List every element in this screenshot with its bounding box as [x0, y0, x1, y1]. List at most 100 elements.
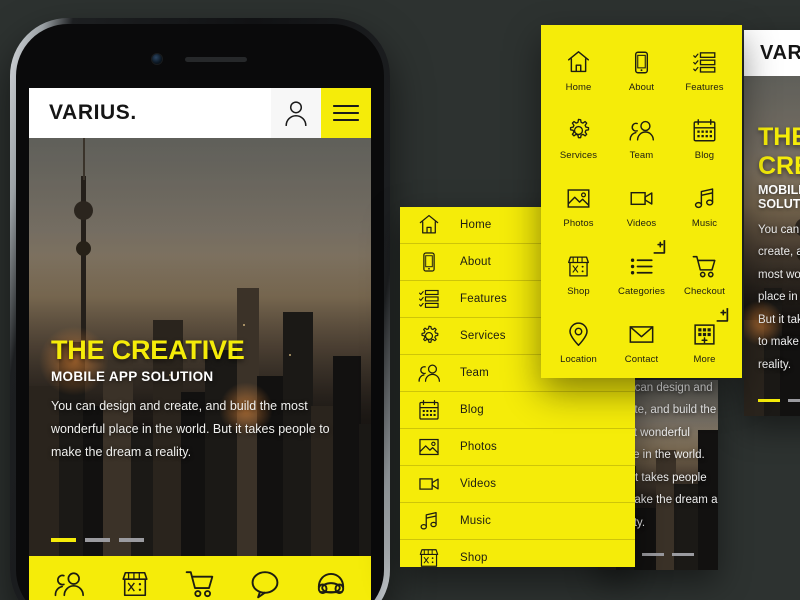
list-item-photos[interactable]: Photos: [400, 429, 635, 466]
music-icon: [418, 510, 450, 532]
grid-item-label: Contact: [624, 354, 659, 365]
icon-grid-menu[interactable]: Home About Features Services Team Blog P…: [541, 25, 742, 378]
shot-right-subtitle: MOBILE APP SOLUTION: [758, 183, 800, 212]
gear-icon: [418, 325, 450, 347]
team-icon: [629, 113, 654, 143]
grid-item-photos[interactable]: Photos: [547, 175, 610, 229]
list-item-label: About: [460, 256, 492, 268]
list-item-music[interactable]: Music: [400, 503, 635, 540]
tab-chat[interactable]: [247, 569, 283, 599]
team-icon: [54, 572, 84, 597]
team-icon: [418, 362, 450, 384]
shop-icon: [122, 571, 148, 597]
checklist-icon: [692, 45, 717, 75]
grid-item-home[interactable]: Home: [547, 39, 610, 93]
phone-icon: [318, 572, 345, 594]
grid-item-videos[interactable]: Videos: [610, 175, 673, 229]
grid-item-label: Home: [565, 82, 592, 93]
user-account-button[interactable]: [271, 88, 321, 138]
shop-icon: [418, 547, 450, 567]
cart-icon: [692, 249, 717, 279]
hamburger-menu-icon: [333, 104, 359, 122]
grid-item-blog[interactable]: Blog: [673, 107, 736, 161]
shop-icon: [566, 249, 591, 279]
grid-item-checkout[interactable]: Checkout: [673, 243, 736, 297]
phone-device: VARIUS. THE CREATIVE MOBILE APP SOLUTION…: [10, 18, 390, 600]
list-item-label: Music: [460, 515, 492, 527]
list-item-blog[interactable]: Blog: [400, 392, 635, 429]
list-item-label: Videos: [460, 478, 497, 490]
gear-icon: [566, 113, 591, 143]
hero-slide-indicator[interactable]: [85, 538, 110, 542]
grid-item-label: Shop: [567, 286, 590, 297]
mobile-icon: [629, 45, 654, 75]
hero-slide[interactable]: THE CREATIVE MOBILE APP SOLUTION You can…: [29, 138, 371, 556]
tab-cart[interactable]: [182, 569, 218, 599]
shot-right-slide-dashes[interactable]: [758, 399, 800, 402]
grid-item-music[interactable]: Music: [673, 175, 736, 229]
shot-right-brand: VARIUS.: [744, 30, 800, 76]
grid-item-more[interactable]: More: [673, 307, 736, 365]
cart-icon: [185, 571, 214, 598]
hero-subtitle: MOBILE APP SOLUTION: [51, 368, 214, 384]
list-item-shop[interactable]: Shop: [400, 540, 635, 567]
hero-title: THE CREATIVE: [51, 334, 245, 365]
list-item-label: Blog: [460, 404, 484, 416]
shot-right-hero: THE CREATIVE MOBILE APP SOLUTION You can…: [744, 76, 800, 416]
app-header: VARIUS.: [29, 88, 371, 138]
list-item-label: Team: [460, 367, 489, 379]
grid-item-contact[interactable]: Contact: [610, 311, 673, 365]
grid-item-label: Services: [559, 150, 598, 161]
shot-right-title: THE CREATIVE: [758, 123, 800, 181]
plus-badge-icon: [652, 239, 666, 254]
tab-shop[interactable]: [117, 569, 153, 599]
front-camera-icon: [152, 54, 162, 64]
home-icon: [566, 45, 591, 75]
hero-body-text: You can design and create, and build the…: [51, 398, 330, 459]
list-item-label: Shop: [460, 552, 488, 564]
hero-slide-indicator[interactable]: [119, 538, 144, 542]
earpiece-speaker: [185, 57, 247, 62]
calendar-icon: [692, 113, 717, 143]
phone-screen: VARIUS. THE CREATIVE MOBILE APP SOLUTION…: [29, 88, 371, 600]
grid-item-team[interactable]: Team: [610, 107, 673, 161]
list-item-label: Services: [460, 330, 506, 342]
grid-item-label: Videos: [626, 218, 657, 229]
grid-item-features[interactable]: Features: [673, 39, 736, 93]
grid-item-label: Location: [560, 354, 597, 365]
home-icon: [418, 214, 450, 236]
photo-icon: [418, 436, 450, 458]
list-item-label: Features: [460, 293, 507, 305]
mobile-icon: [418, 251, 450, 273]
grid-item-about[interactable]: About: [610, 39, 673, 93]
hero-slide-indicator[interactable]: [51, 538, 76, 542]
envelope-icon: [629, 317, 654, 347]
grid-item-location[interactable]: Location: [547, 311, 610, 365]
grid-item-shop[interactable]: Shop: [547, 243, 610, 297]
grid-item-services[interactable]: Services: [547, 107, 610, 161]
shot-right-copy: THE CREATIVE MOBILE APP SOLUTION You can…: [758, 123, 800, 376]
bottom-tab-bar: [29, 556, 371, 600]
hero-copy: THE CREATIVE MOBILE APP SOLUTION You can…: [51, 335, 357, 464]
grid-item-label: Checkout: [684, 286, 725, 297]
hamburger-menu-button[interactable]: [321, 88, 371, 138]
app-brand[interactable]: VARIUS.: [29, 88, 271, 138]
grid-item-label: Photos: [563, 218, 594, 229]
list-item-videos[interactable]: Videos: [400, 466, 635, 503]
user-icon: [285, 101, 307, 126]
checklist-icon: [418, 288, 450, 310]
phone-body: VARIUS. THE CREATIVE MOBILE APP SOLUTION…: [16, 24, 384, 600]
photo-icon: [566, 181, 591, 211]
tab-team[interactable]: [50, 569, 88, 599]
chat-icon: [251, 571, 279, 599]
tab-call[interactable]: [312, 569, 350, 599]
grid-item-label: About: [628, 82, 655, 93]
shot-right-body: You can design and create, and build the…: [758, 224, 800, 371]
grid-menu-items: Home About Features Services Team Blog P…: [547, 39, 736, 365]
grid-item-categories[interactable]: Categories: [610, 239, 673, 297]
grid-item-label: Categories: [618, 286, 665, 297]
background-screenshot-right[interactable]: VARIUS. THE CREATIVE MOBILE APP SOLUTION…: [744, 30, 800, 416]
grid-item-label: More: [693, 354, 716, 365]
music-icon: [692, 181, 717, 211]
hero-slide-indicators[interactable]: [51, 538, 144, 542]
